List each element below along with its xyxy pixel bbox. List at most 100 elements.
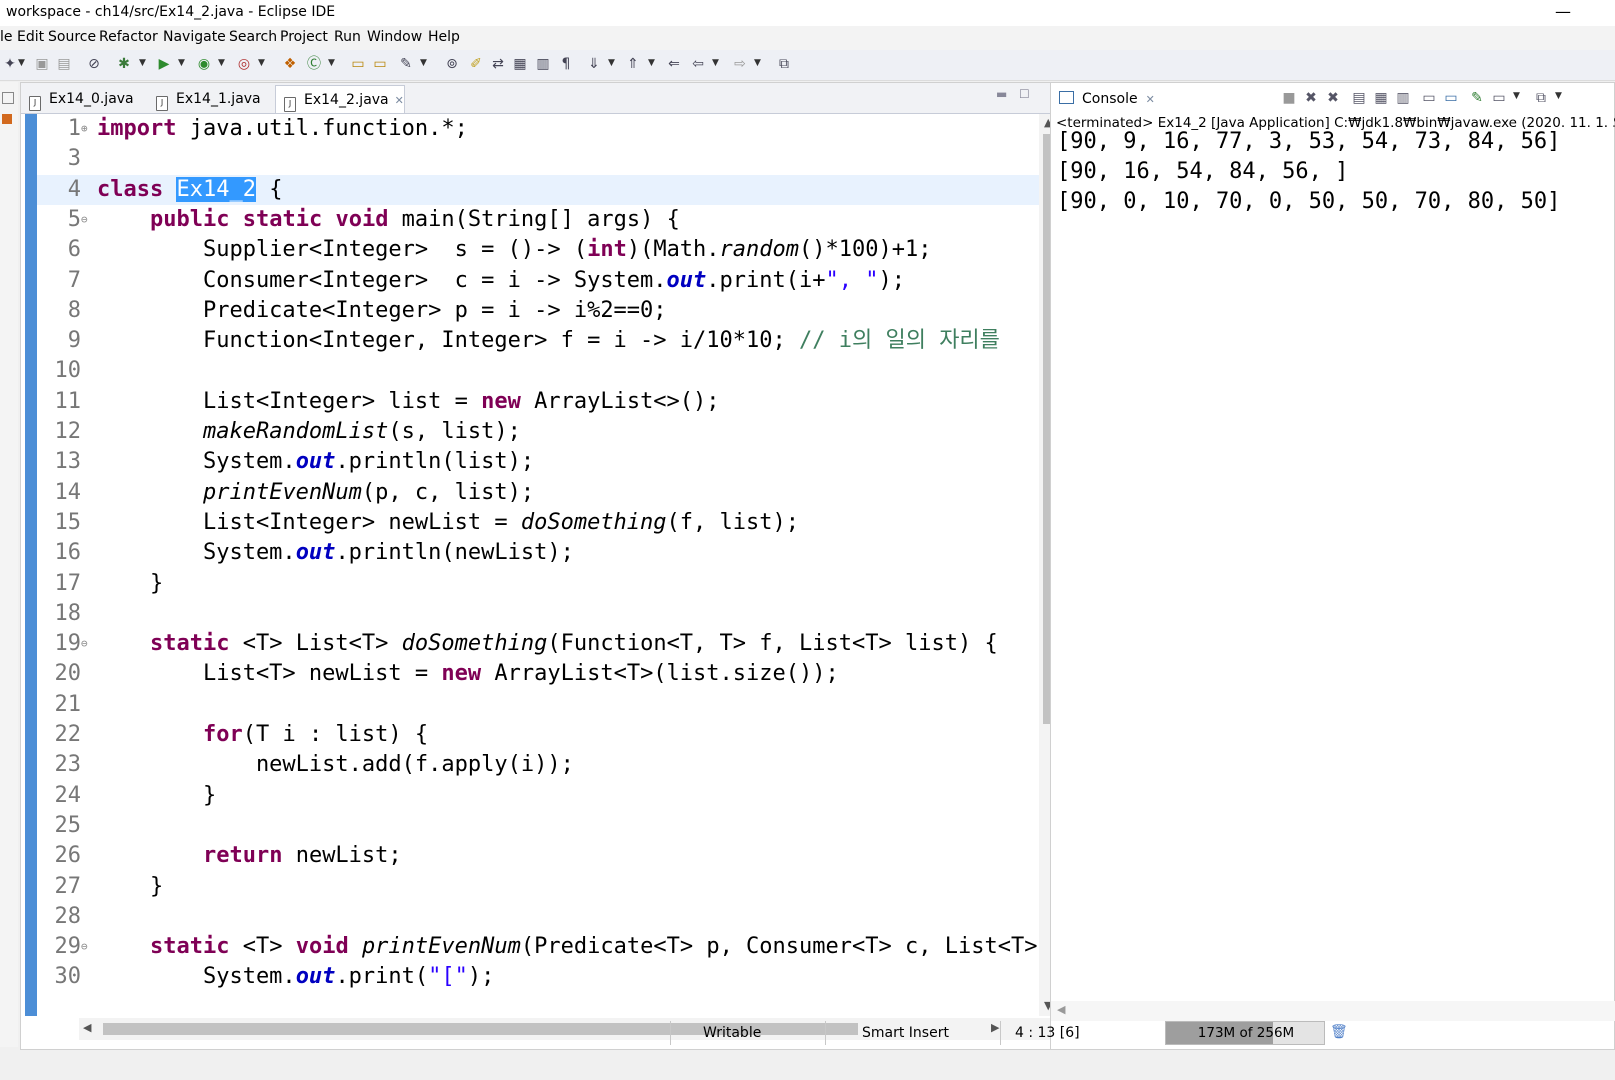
code-line[interactable]: 4 class Ex14_2 { — [37, 174, 1039, 205]
run-icon[interactable]: ▶ — [156, 56, 172, 72]
menu-navigate[interactable]: Navigate — [163, 29, 226, 45]
open-console-icon[interactable]: ⧉ — [1533, 90, 1549, 106]
next-annotation-dropdown-icon[interactable]: ▼ — [608, 58, 615, 68]
code-line[interactable]: 13 System.out.println(list); — [37, 447, 1039, 477]
prev-annotation-icon[interactable]: ⇑ — [625, 56, 641, 72]
save-all-icon[interactable]: ▤ — [56, 56, 72, 72]
new-class-icon[interactable]: Ⓒ — [306, 56, 322, 72]
code-line[interactable]: 8 Predicate<Integer> p = i -> i%2==0; — [37, 296, 1039, 326]
coverage-icon[interactable]: ◉ — [196, 56, 212, 72]
code-line[interactable]: 3 — [37, 144, 1039, 174]
code-line[interactable]: 24 } — [37, 781, 1039, 811]
pilcrow-icon[interactable]: ¶ — [558, 56, 574, 72]
pin-editor-icon[interactable]: ⧉ — [776, 56, 792, 72]
code-line[interactable]: 25 — [37, 811, 1039, 841]
run-dropdown-icon[interactable]: ▼ — [178, 58, 185, 68]
tab-ex14-1[interactable]: J Ex14_1.java — [148, 85, 273, 113]
close-tab-icon[interactable]: ✕ — [395, 94, 404, 107]
forward-dropdown-icon[interactable]: ▼ — [754, 58, 761, 68]
search-icon[interactable]: ✎ — [398, 56, 414, 72]
code-line[interactable]: 21 — [37, 690, 1039, 720]
code-line[interactable]: 5⊖ public static void main(String[] args… — [37, 205, 1039, 235]
scroll-left-icon[interactable]: ◀ — [1057, 1003, 1065, 1016]
new-icon[interactable]: ✦ — [2, 56, 18, 72]
word-wrap-icon[interactable]: ▦ — [512, 56, 528, 72]
tab-ex14-2[interactable]: J Ex14_2.java ✕ — [275, 85, 405, 113]
menu-refactor[interactable]: Refactor — [99, 29, 158, 45]
code-editor[interactable]: 1⊕ import java.util.function.*; 3 4 class Ex… — [21, 114, 1039, 1016]
code-line[interactable]: 23 newList.add(f.apply(i)); — [37, 750, 1039, 780]
menu-help[interactable]: Help — [428, 29, 460, 45]
open-type-icon[interactable]: ▭ — [350, 56, 366, 72]
code-line[interactable]: 9 Function<Integer, Integer> f = i -> i/… — [37, 326, 1039, 356]
remove-all-terminated-icon[interactable]: ✖ — [1325, 90, 1341, 106]
back-dropdown-icon[interactable]: ▼ — [712, 58, 719, 68]
code-line[interactable]: 7 Consumer<Integer> c = i -> System.out.… — [37, 266, 1039, 296]
code-line[interactable]: 12 makeRandomList(s, list); — [37, 417, 1039, 447]
code-line[interactable]: 11 List<Integer> list = new ArrayList<>(… — [37, 387, 1039, 417]
code-line[interactable]: 29⊖ static <T> void printEvenNum(Predica… — [37, 932, 1039, 962]
tab-console[interactable]: Console ✕ — [1059, 86, 1155, 112]
external-tools-icon[interactable]: ◎ — [236, 56, 252, 72]
code-line[interactable]: 1⊕ import java.util.function.*; — [37, 114, 1039, 144]
code-line[interactable]: 27 } — [37, 872, 1039, 902]
back-icon[interactable]: ⇦ — [690, 56, 706, 72]
coverage-dropdown-icon[interactable]: ▼ — [218, 58, 225, 68]
menu-file[interactable]: le — [0, 29, 13, 45]
code-line[interactable]: 26 return newList; — [37, 841, 1039, 871]
code-line[interactable]: 14 printEvenNum(p, c, list); — [37, 478, 1039, 508]
fold-icon[interactable]: ⊖ — [81, 205, 97, 235]
code-line[interactable]: 15 List<Integer> newList = doSomething(f… — [37, 508, 1039, 538]
last-edit-icon[interactable]: ⇐ — [666, 56, 682, 72]
code-line[interactable]: 6 Supplier<Integer> s = ()-> (int)(Math.… — [37, 235, 1039, 265]
menu-edit[interactable]: Edit — [17, 29, 44, 45]
toggle-breadcrumb-icon[interactable]: ⊚ — [444, 56, 460, 72]
code-line[interactable]: 20 List<T> newList = new ArrayList<T>(li… — [37, 659, 1039, 689]
mark-occurrences-icon[interactable]: ✐ — [468, 56, 484, 72]
open-console-dropdown-icon[interactable]: ▼ — [1555, 91, 1562, 101]
code-line[interactable]: 17 } — [37, 569, 1039, 599]
show-on-output-icon[interactable]: ▭ — [1421, 90, 1437, 106]
remove-launch-icon[interactable]: ✖ — [1303, 90, 1319, 106]
minimize-icon[interactable]: — — [1555, 2, 1571, 21]
pin-console-icon[interactable]: ✎ — [1469, 90, 1485, 106]
prev-annotation-dropdown-icon[interactable]: ▼ — [648, 58, 655, 68]
debug-icon[interactable]: ✱ — [116, 56, 132, 72]
show-on-error-icon[interactable]: ▭ — [1443, 90, 1459, 106]
menu-run[interactable]: Run — [334, 29, 361, 45]
toggle-block-icon[interactable]: ⇄ — [490, 56, 506, 72]
maximize-editor-icon[interactable]: ☐ — [1019, 87, 1030, 101]
save-icon[interactable]: ▣ — [34, 56, 50, 72]
heap-status[interactable]: 173M of 256M — [1165, 1021, 1325, 1045]
new-dropdown-icon[interactable]: ▼ — [18, 58, 25, 68]
fold-icon[interactable]: ⊕ — [81, 114, 97, 144]
close-console-icon[interactable]: ✕ — [1146, 93, 1155, 106]
menu-source[interactable]: Source — [48, 29, 96, 45]
menu-project[interactable]: Project — [280, 29, 328, 45]
run-gc-icon[interactable]: 🗑 — [1330, 1024, 1348, 1040]
skip-breakpoints-icon[interactable]: ⊘ — [86, 56, 102, 72]
new-class-dropdown-icon[interactable]: ▼ — [328, 58, 335, 68]
word-wrap-icon[interactable]: ▥ — [1395, 90, 1411, 106]
terminate-icon[interactable]: ■ — [1281, 90, 1297, 106]
debug-dropdown-icon[interactable]: ▼ — [139, 58, 146, 68]
open-task-icon[interactable]: ▭ — [372, 56, 388, 72]
next-annotation-icon[interactable]: ⇓ — [586, 56, 602, 72]
display-console-icon[interactable]: ▭ — [1491, 90, 1507, 106]
code-line[interactable]: 18 — [37, 599, 1039, 629]
menu-window[interactable]: Window — [367, 29, 422, 45]
minimize-editor-icon[interactable]: ▬ — [996, 87, 1007, 101]
fold-icon[interactable]: ⊖ — [81, 932, 97, 962]
menu-search[interactable]: Search — [229, 29, 277, 45]
tab-ex14-0[interactable]: J Ex14_0.java — [21, 85, 146, 113]
package-explorer-icon[interactable] — [2, 114, 12, 124]
display-console-dropdown-icon[interactable]: ▼ — [1513, 91, 1520, 101]
forward-icon[interactable]: ⇨ — [732, 56, 748, 72]
scroll-lock-icon[interactable]: ▦ — [1373, 90, 1389, 106]
search-dropdown-icon[interactable]: ▼ — [420, 58, 427, 68]
fold-icon[interactable]: ⊖ — [81, 629, 97, 659]
clear-console-icon[interactable]: ▤ — [1351, 90, 1367, 106]
code-line[interactable]: 28 — [37, 902, 1039, 932]
code-line[interactable]: 30 System.out.print("["); — [37, 962, 1039, 992]
code-line[interactable]: 10 — [37, 356, 1039, 386]
